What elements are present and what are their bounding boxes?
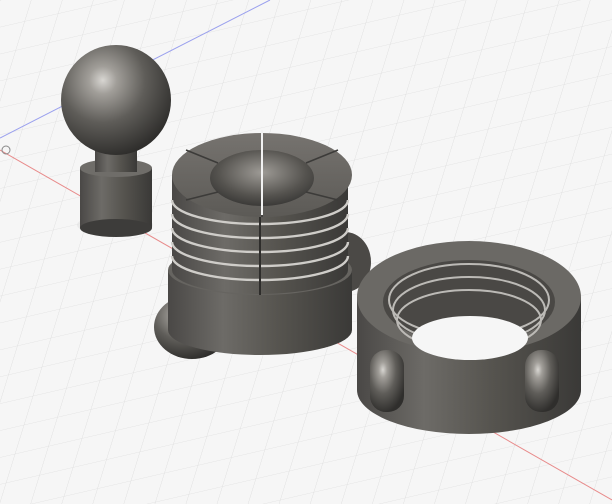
scene-svg bbox=[0, 0, 612, 504]
cap-nut-icon[interactable] bbox=[357, 241, 581, 434]
3d-viewport-canvas[interactable] bbox=[0, 0, 612, 504]
collet-icon[interactable] bbox=[154, 130, 371, 359]
